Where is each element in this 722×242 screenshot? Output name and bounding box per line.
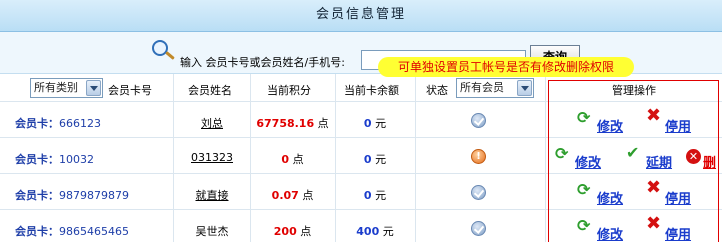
page-title: 会员信息管理 [0, 0, 722, 32]
balance-value: 0 元 [363, 189, 387, 202]
balance-value: 0 元 [363, 153, 387, 166]
column-header-points: 当前积分 [267, 84, 311, 97]
chevron-down-icon[interactable] [86, 80, 101, 96]
column-header-status: 状态 [426, 84, 448, 97]
balance-value: 400 元 [356, 225, 394, 238]
points-value: 0.07 点 [271, 189, 314, 202]
category-filter-value: 所有类别 [34, 81, 78, 94]
red-x-icon[interactable]: ✖ [646, 215, 661, 233]
status-filter-value: 所有会员 [460, 81, 504, 94]
edit-link[interactable]: 修改 [597, 116, 623, 135]
permission-tooltip: 可单独设置员工帐号是否有修改删除权限 [378, 57, 634, 77]
table-row: 会员卡：666123 刘总 67758.16 点 0 元 ⟳ 修改 ✖ 停用 [0, 103, 722, 138]
table-row: 会员卡：9879879879 就直接 0.07 点 0 元 ⟳ 修改 ✖ 停用 [0, 175, 722, 210]
member-name-link[interactable]: 就直接 [182, 187, 242, 203]
card-number-link[interactable]: 会员卡：10032 [15, 151, 94, 167]
extend-link[interactable]: 延期 [646, 152, 672, 171]
points-value: 67758.16 点 [256, 117, 329, 130]
refresh-arrows-icon[interactable]: ⟳ [555, 146, 568, 162]
column-header-name: 会员姓名 [188, 84, 232, 97]
warning-circle-icon: ! [471, 149, 486, 164]
card-number-link[interactable]: 会员卡：9879879879 [15, 187, 129, 203]
check-circle-icon [471, 221, 486, 236]
check-circle-icon [471, 185, 486, 200]
points-value: 200 点 [273, 225, 312, 238]
chevron-down-icon[interactable] [517, 80, 532, 96]
edit-link[interactable]: 修改 [597, 188, 623, 207]
card-number-link[interactable]: 会员卡：9865465465 [15, 223, 129, 239]
search-label: 输入 会员卡号或会员姓名/手机号: [180, 56, 345, 69]
refresh-arrows-icon[interactable]: ⟳ [577, 110, 590, 126]
search-icon [152, 40, 168, 56]
table-row: 会员卡：10032 031323 0 点 0 元 ! ⟳ 修改 ✔ 延期 ✕ 删 [0, 139, 722, 174]
table-row: 会员卡：9865465465 吴世杰 200 点 400 元 ⟳ 修改 ✖ 停用 [0, 211, 722, 242]
disable-link[interactable]: 停用 [665, 224, 691, 242]
check-circle-icon [471, 113, 486, 128]
edit-link[interactable]: 修改 [575, 152, 601, 171]
member-name-link[interactable]: 刘总 [182, 115, 242, 131]
column-header-actions: 管理操作 [612, 84, 656, 97]
delete-link[interactable]: 删 [703, 152, 716, 171]
green-check-icon[interactable]: ✔ [626, 145, 639, 161]
column-header-card: 会员卡号 [108, 84, 152, 97]
disable-link[interactable]: 停用 [665, 116, 691, 135]
table-header: 所有类别 会员卡号 会员姓名 当前积分 当前卡余额 状态 所有会员 管理操作 [0, 74, 722, 102]
card-number-link[interactable]: 会员卡：666123 [15, 115, 101, 131]
refresh-arrows-icon[interactable]: ⟳ [577, 218, 590, 234]
red-x-icon[interactable]: ✖ [646, 107, 661, 125]
column-header-balance: 当前卡余额 [344, 84, 399, 97]
red-x-icon[interactable]: ✖ [646, 179, 661, 197]
disable-link[interactable]: 停用 [665, 188, 691, 207]
refresh-arrows-icon[interactable]: ⟳ [577, 182, 590, 198]
category-filter-select[interactable]: 所有类别 [30, 78, 103, 98]
member-name-link[interactable]: 吴世杰 [182, 223, 242, 239]
points-value: 0 点 [281, 153, 304, 166]
status-filter-select[interactable]: 所有会员 [456, 78, 534, 98]
balance-value: 0 元 [363, 117, 387, 130]
edit-link[interactable]: 修改 [597, 224, 623, 242]
delete-circle-icon[interactable]: ✕ [686, 149, 701, 164]
member-name-link[interactable]: 031323 [182, 151, 242, 164]
